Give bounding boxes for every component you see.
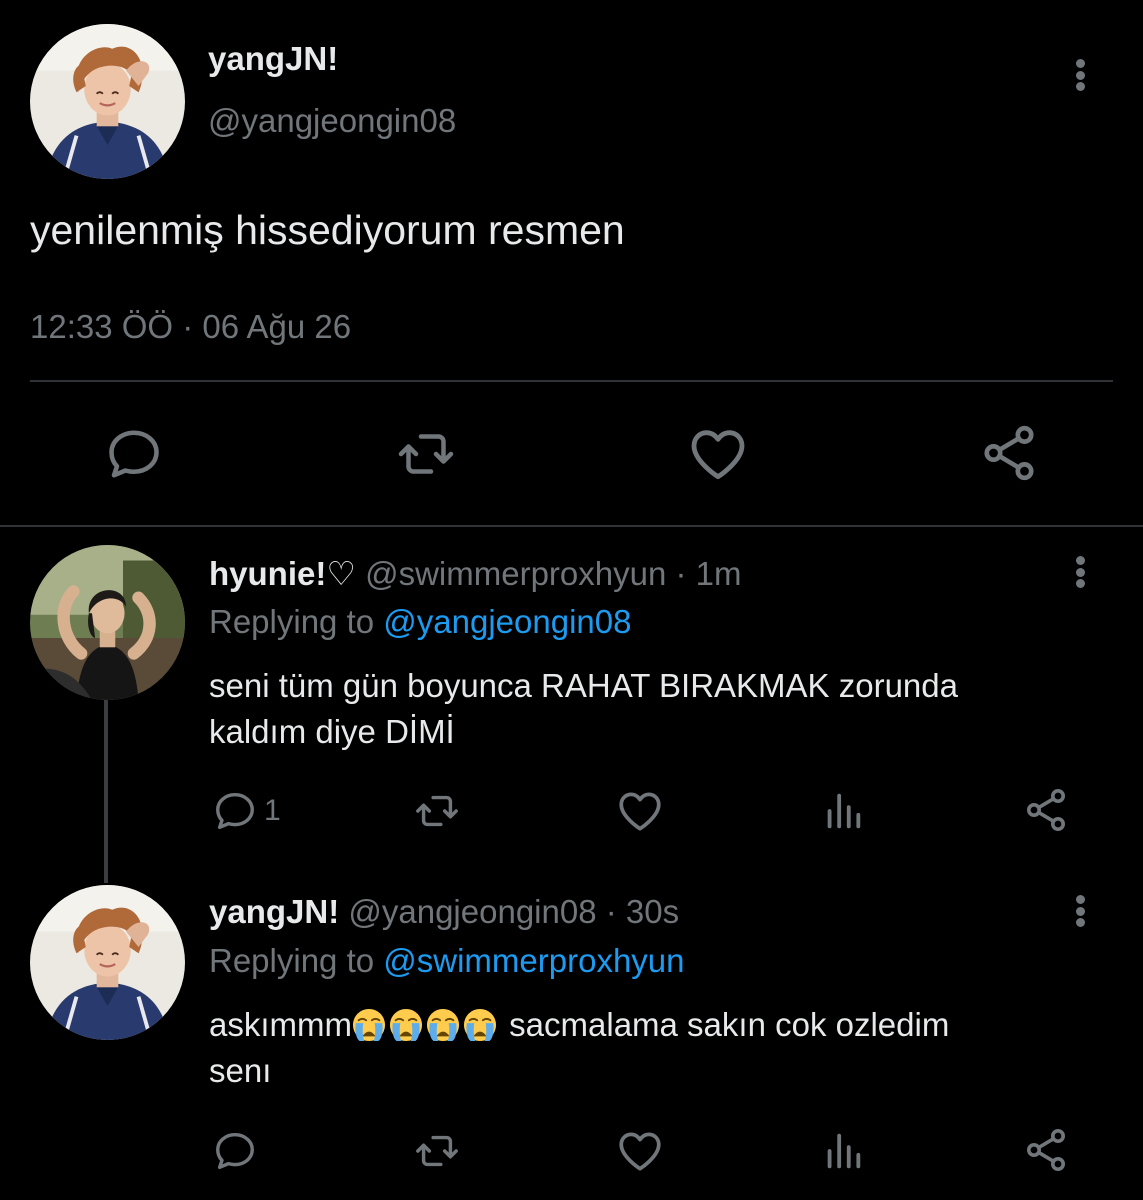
- display-name[interactable]: hyunie!♡: [209, 555, 356, 592]
- divider: [30, 380, 1113, 382]
- handle-time[interactable]: @swimmerproxhyun · 1m: [365, 555, 741, 592]
- retweet-icon: [413, 788, 461, 834]
- like-icon: [615, 1126, 665, 1176]
- loudly-crying-face-icon: [426, 1008, 460, 1042]
- stats-icon: [820, 788, 866, 834]
- avatar[interactable]: [30, 545, 185, 700]
- reply-button[interactable]: [104, 424, 164, 484]
- handle[interactable]: @yangjeongin08: [208, 102, 456, 140]
- avatar[interactable]: [30, 885, 185, 1040]
- retweet-icon: [394, 424, 458, 484]
- share-icon: [1022, 786, 1070, 834]
- reply-text-line: seni tüm gün boyunca RAHAT BIRAKMAK zoru…: [209, 667, 958, 704]
- like-button[interactable]: [686, 422, 750, 486]
- replying-label: Replying to: [209, 942, 384, 979]
- more-options-icon[interactable]: [1068, 891, 1092, 931]
- loudly-crying-face-icon: [352, 1008, 386, 1042]
- mention-link[interactable]: @yangjeongin08: [383, 603, 631, 640]
- reply-header[interactable]: hyunie!♡ @swimmerproxhyun · 1m: [209, 554, 742, 593]
- replying-label: Replying to: [209, 603, 384, 640]
- reply-text-line: askımmm sacmalama sakın cok ozledim: [209, 1002, 1089, 1048]
- analytics-button[interactable]: [820, 788, 866, 834]
- reply-button[interactable]: [212, 1128, 258, 1174]
- thread-line: [104, 700, 108, 883]
- mention-link[interactable]: @swimmerproxhyun: [383, 942, 684, 979]
- retweet-icon: [413, 1128, 461, 1174]
- reply-text: askımmm sacmalama sakın cok ozledim senı: [209, 1002, 1089, 1094]
- share-button[interactable]: [978, 422, 1040, 484]
- stats-icon: [820, 1128, 866, 1174]
- reply-button[interactable]: 1: [212, 788, 281, 834]
- avatar[interactable]: [30, 24, 185, 179]
- reply-icon: [104, 424, 164, 484]
- display-name[interactable]: yangJN!: [208, 40, 338, 78]
- replying-to: Replying to @swimmerproxhyun: [209, 942, 685, 980]
- retweet-button[interactable]: [413, 1128, 461, 1174]
- like-icon: [686, 422, 750, 486]
- reply-text: seni tüm gün boyunca RAHAT BIRAKMAK zoru…: [209, 663, 1089, 755]
- analytics-button[interactable]: [820, 1128, 866, 1174]
- loudly-crying-face-icon: [463, 1008, 497, 1042]
- loudly-crying-face-icon: [389, 1008, 423, 1042]
- handle-time[interactable]: @yangjeongin08 · 30s: [348, 893, 679, 930]
- reply-icon: [212, 788, 258, 834]
- share-icon: [1022, 1126, 1070, 1174]
- reply-count: 1: [264, 794, 281, 827]
- reply-icon: [212, 1128, 258, 1174]
- share-button[interactable]: [1022, 1126, 1070, 1174]
- reply-text-start: askımmm: [209, 1006, 352, 1043]
- like-button[interactable]: [615, 786, 665, 836]
- like-icon: [615, 786, 665, 836]
- timestamp[interactable]: 12:33 ÖÖ · 06 Ağu 26: [30, 308, 351, 346]
- more-options-icon[interactable]: [1068, 552, 1092, 592]
- reply-text-line: kaldım diye DİMİ: [209, 713, 455, 750]
- divider: [0, 525, 1143, 527]
- share-button[interactable]: [1022, 786, 1070, 834]
- more-options-icon[interactable]: [1068, 55, 1092, 95]
- reply-text-line: senı: [209, 1052, 272, 1089]
- tweet-text: yenilenmiş hissediyorum resmen: [30, 207, 625, 253]
- like-button[interactable]: [615, 1126, 665, 1176]
- share-icon: [978, 422, 1040, 484]
- replying-to: Replying to @yangjeongin08: [209, 603, 631, 641]
- retweet-button[interactable]: [394, 424, 458, 484]
- retweet-button[interactable]: [413, 788, 461, 834]
- reply-header[interactable]: yangJN! @yangjeongin08 · 30s: [209, 893, 679, 931]
- reply-text-end: sacmalama sakın cok ozledim: [500, 1006, 950, 1043]
- display-name[interactable]: yangJN!: [209, 893, 339, 930]
